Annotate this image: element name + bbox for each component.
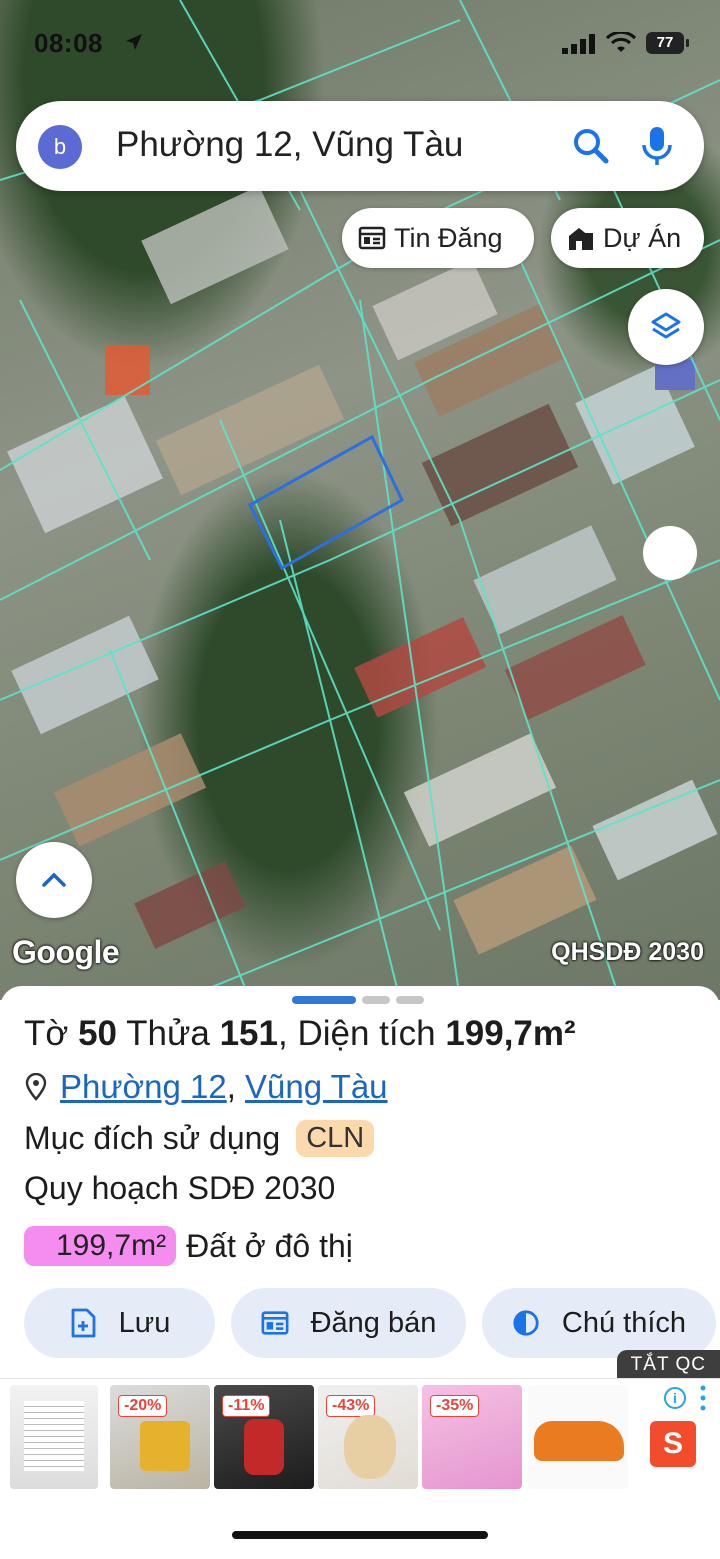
status-bar: 08:08 77	[0, 0, 720, 90]
legend-label: Chú thích	[561, 1306, 687, 1339]
status-time: 08:08	[34, 28, 103, 58]
chevron-up-icon	[42, 872, 66, 887]
area-label: , Diện tích	[278, 1014, 436, 1053]
thua-label: Thửa	[126, 1014, 210, 1053]
avatar[interactable]: b	[38, 125, 82, 169]
listing-icon	[261, 1311, 289, 1335]
plan-type: Đất ở đô thị	[186, 1227, 353, 1264]
discount-badge: -35%	[430, 1395, 480, 1417]
ad-banner[interactable]: -20% -11% -43% -35% i S	[0, 1378, 720, 1496]
wifi-icon	[606, 32, 636, 52]
to-value: 50	[78, 1014, 118, 1053]
save-button[interactable]: Lưu	[24, 1288, 215, 1358]
satellite-map[interactable]: 08:08 77 b Phường 12, Vũng Tàu Tin Đăng …	[0, 0, 720, 1000]
floating-assist-button[interactable]	[643, 526, 697, 580]
google-attribution: Google	[12, 934, 120, 970]
page-dot	[362, 996, 390, 1004]
ad-info-icon[interactable]: i	[664, 1387, 686, 1409]
contrast-icon	[513, 1310, 539, 1336]
overlay-label: QHSDĐ 2030	[551, 938, 704, 966]
legend-button[interactable]: Chú thích	[482, 1288, 716, 1358]
save-button-label: Lưu	[118, 1306, 171, 1339]
layers-icon	[651, 312, 681, 339]
battery-icon: 77	[646, 32, 689, 54]
location-pin-icon	[25, 1073, 47, 1101]
ad-item[interactable]: -20%	[110, 1385, 210, 1489]
land-use-purpose: Mục đích sử dụng CLN	[24, 1120, 375, 1157]
search-input[interactable]: Phường 12, Vũng Tàu	[116, 125, 463, 165]
ad-item-document[interactable]	[10, 1385, 98, 1489]
purpose-label: Mục đích sử dụng	[24, 1120, 281, 1156]
plan-label: Quy hoạch SDĐ 2030	[24, 1170, 336, 1206]
expand-button[interactable]	[16, 842, 92, 918]
save-file-icon	[71, 1308, 96, 1338]
chip-tin-dang[interactable]: Tin Đăng	[342, 208, 534, 268]
ward-link[interactable]: Phường 12	[60, 1068, 227, 1106]
page-dot	[396, 996, 424, 1004]
to-label: Tờ	[24, 1014, 69, 1053]
discount-badge: -20%	[118, 1395, 168, 1417]
more-vert-icon[interactable]	[700, 1385, 706, 1411]
area-value: 199,7m²	[445, 1014, 576, 1053]
post-sale-label: Đăng bán	[310, 1306, 437, 1339]
city-link[interactable]: Vũng Tàu	[245, 1068, 388, 1106]
purpose-code-badge: CLN	[296, 1120, 375, 1157]
ad-item[interactable]: -43%	[318, 1385, 418, 1489]
search-icon[interactable]	[572, 127, 610, 165]
microphone-icon[interactable]	[640, 125, 674, 167]
ad-item-car[interactable]	[528, 1385, 628, 1489]
home-indicator[interactable]	[232, 1531, 488, 1539]
chip-du-an[interactable]: Dự Án	[551, 208, 704, 268]
parcel-title: Tờ 50 Thửa 151, Diện tích 199,7m²	[24, 1014, 576, 1054]
building-icon	[569, 228, 593, 250]
parcel-location: Phường 12, Vũng Tàu	[24, 1068, 388, 1106]
shopee-logo[interactable]: S	[650, 1421, 696, 1467]
ad-item[interactable]: -11%	[214, 1385, 314, 1489]
ad-item[interactable]: -35%	[422, 1385, 522, 1489]
discount-badge: -11%	[222, 1395, 271, 1417]
post-sale-button[interactable]: Đăng bán	[231, 1288, 466, 1358]
plan-area-row: 199,7m² Đất ở đô thị	[24, 1226, 353, 1266]
discount-badge: -43%	[326, 1395, 376, 1417]
sheet-page-indicator[interactable]	[292, 996, 424, 1004]
page-dot-active	[292, 996, 356, 1004]
search-bar[interactable]: b Phường 12, Vũng Tàu	[16, 101, 704, 191]
cellular-signal-icon	[562, 34, 595, 54]
layers-button[interactable]	[628, 289, 704, 365]
close-ad-button[interactable]: TẮT QC	[616, 1350, 720, 1380]
chip-du-an-label: Dự Án	[603, 222, 682, 253]
location-arrow-icon	[126, 34, 142, 50]
plan-area-badge: 199,7m²	[24, 1226, 177, 1266]
listing-icon	[358, 226, 386, 250]
chip-tin-dang-label: Tin Đăng	[394, 222, 503, 253]
parcel-info-sheet[interactable]: Tờ 50 Thửa 151, Diện tích 199,7m² Phường…	[0, 986, 720, 1559]
thua-value: 151	[219, 1014, 278, 1053]
